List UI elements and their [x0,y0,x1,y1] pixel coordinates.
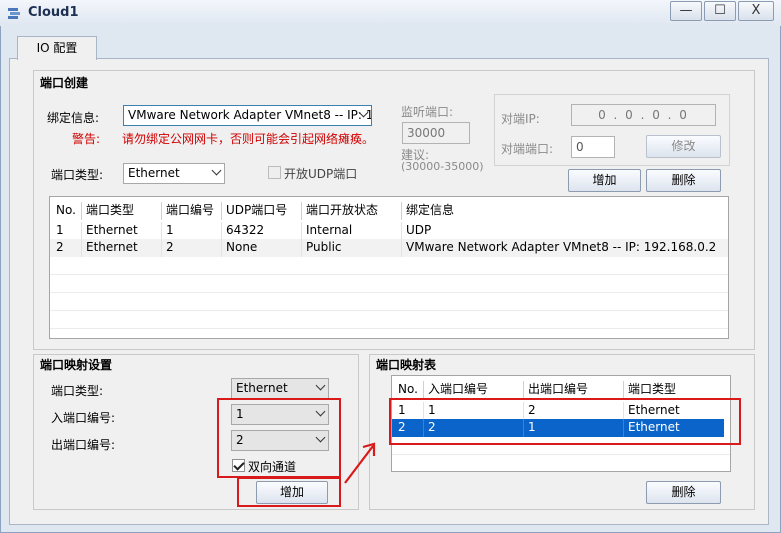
open-udp-checkbox[interactable] [268,166,281,179]
column-header[interactable]: 端口类型 [624,381,730,399]
table-cell: 2 [52,239,82,257]
port-type-select[interactable]: Ethernet [123,163,225,184]
minimize-button[interactable]: — [670,1,702,21]
table-cell: Internal [302,222,402,240]
table-cell: Ethernet [82,222,162,240]
annotation-box [389,398,741,445]
port-type-label: 端口类型: [51,168,104,182]
column-header[interactable]: 出端口编号 [524,381,624,399]
listen-port-input[interactable]: 30000 [402,122,470,144]
column-header[interactable]: 端口编号 [162,202,222,220]
grid-line [50,292,728,293]
table-cell: Public [302,239,402,257]
suggest-range: (30000-35000) [401,160,484,173]
open-udp-label: 开放UDP端口 [284,167,358,181]
table-cell: Ethernet [82,239,162,257]
column-header[interactable]: No. [394,381,424,399]
table-header-row: No. 入端口编号 出端口编号 端口类型 [392,381,730,399]
column-header[interactable]: 端口开放状态 [302,202,402,220]
annotation-box [237,477,341,507]
table-cell: UDP [406,223,432,237]
grid-line [50,328,728,329]
port-delete-button[interactable]: 删除 [646,169,721,192]
cloud-app-icon [8,8,20,19]
mapping-port-type-value: Ethernet [236,381,288,395]
column-header[interactable]: 入端口编号 [424,381,524,399]
warning-label: 警告: [72,132,101,146]
port-create-header: 端口创建 [40,76,89,90]
annotation-box [217,398,341,478]
maximize-button[interactable]: ☐ [704,1,736,21]
table-cell: 2 [162,239,222,257]
table-cell: 1 [162,222,222,240]
in-port-label: 入端口编号: [51,411,116,425]
out-port-label: 出端口编号: [51,438,116,452]
port-mapping-settings-header: 端口映射设置 [40,358,113,372]
chevron-down-icon [315,380,326,391]
chevron-down-icon [211,165,222,176]
port-table[interactable]: No. 端口类型 端口编号 UDP端口号 端口开放状态 绑定信息 1 Ether… [49,196,729,339]
bind-info-value: VMware Network Adapter VMnet8 -- IP: 192… [128,108,371,122]
grid-line [50,310,728,311]
bind-info-label: 绑定信息: [47,111,100,125]
bind-info-select[interactable]: VMware Network Adapter VMnet8 -- IP: 192… [123,105,372,126]
table-cell: 64322 [222,222,302,240]
annotation-arrow-icon [344,442,376,484]
grid-line [50,274,728,275]
modify-button[interactable]: 修改 [646,135,721,158]
warning-text: 请勿绑定公网网卡，否则可能会引起网络瘫痪。 [122,132,375,146]
peer-port-input[interactable]: 0 [571,136,615,158]
title-bar[interactable] [0,0,781,26]
listen-port-label: 监听端口: [401,105,454,119]
column-header[interactable]: 绑定信息 [402,202,728,220]
table-cell: None [222,239,302,257]
mapping-port-type-select[interactable]: Ethernet [231,378,329,399]
port-add-button[interactable]: 增加 [568,169,641,192]
table-cell: VMware Network Adapter VMnet8 -- IP: 192… [406,240,717,254]
window-title: Cloud1 [28,5,79,20]
tab-io-config[interactable]: IO 配置 [17,36,97,60]
peer-ip-label: 对端IP: [501,112,540,126]
port-mapping-table-header: 端口映射表 [376,358,437,372]
close-button[interactable]: X [738,1,774,21]
table-row[interactable]: 1 Ethernet 1 64322 Internal UDP [50,222,728,240]
column-header[interactable]: UDP端口号 [222,202,302,220]
table-row[interactable]: 2 Ethernet 2 None Public VMware Network … [50,239,728,257]
column-header[interactable]: No. [52,202,82,220]
mapping-delete-button[interactable]: 删除 [646,481,721,504]
grid-line [392,454,730,455]
peer-port-label: 对端端口: [501,142,554,156]
peer-ip-input[interactable]: 0 . 0 . 0 . 0 [571,104,716,126]
column-header[interactable]: 端口类型 [82,202,162,220]
port-type-value: Ethernet [128,166,180,180]
table-cell: 1 [52,222,82,240]
mapping-port-type-label: 端口类型: [51,384,104,398]
table-header-row: No. 端口类型 端口编号 UDP端口号 端口开放状态 绑定信息 [50,202,728,220]
